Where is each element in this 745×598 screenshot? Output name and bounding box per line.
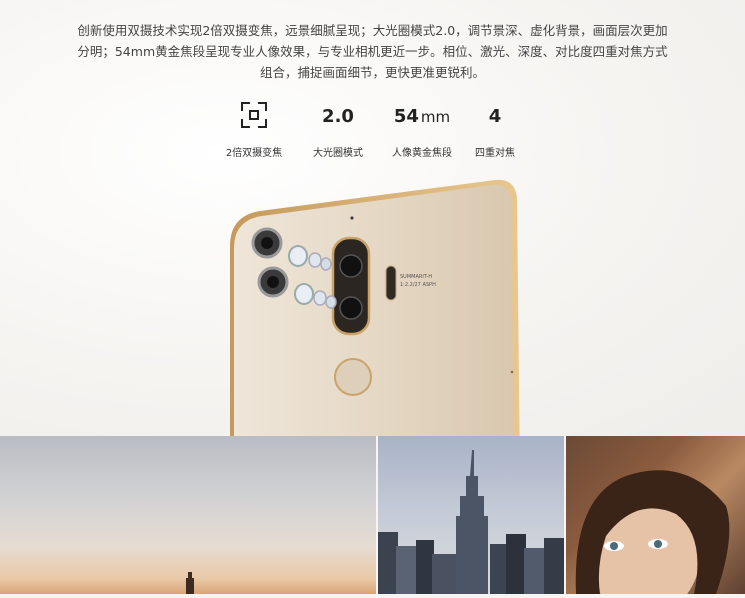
stat-focus: 4 四重对焦 <box>445 100 545 159</box>
lens-text: SUMMARIT-H <box>400 274 432 280</box>
camera-lens <box>339 254 363 278</box>
stat-value: 4 <box>488 106 502 127</box>
camera-lens <box>339 296 363 320</box>
mic-hole <box>350 216 354 220</box>
sample-photos <box>0 436 745 594</box>
hero-section: 创新使用双摄技术实现2倍双摄变焦，远景细腻呈现；大光圈模式2.0，调节景深、虚化… <box>0 0 745 436</box>
lens-text: 1:2.2/27 ASPH <box>400 282 436 288</box>
phone-back-illustration: SUMMARIT-H 1:2.2/27 ASPH <box>230 179 520 436</box>
fingerprint-sensor <box>334 358 372 396</box>
intro-line: 分明；54mm黄金焦段呈现专业人像效果，与专业相机更近一步。相位、激光、深度、对… <box>77 44 668 59</box>
stat-value: 54 <box>393 106 419 127</box>
intro-line: 创新使用双摄技术实现2倍双摄变焦，远景细腻呈现；大光圈模式2.0，调节景深、虚化… <box>77 23 668 38</box>
flash <box>385 265 397 301</box>
intro-paragraph: 创新使用双摄技术实现2倍双摄变焦，远景细腻呈现；大光圈模式2.0，调节景深、虚化… <box>40 20 705 83</box>
stat-label: 四重对焦 <box>475 148 515 159</box>
photo-city-sunset <box>0 436 376 594</box>
feature-stats: 2倍双摄变焦 2.0 大光圈模式 54 mm 人像黄金焦段 4 四重对焦 <box>0 100 745 170</box>
focus-frame-icon <box>241 102 267 128</box>
intro-line: 组合，捕捉画面细节，更快更准更锐利。 <box>259 65 485 80</box>
photo-empire-state <box>378 436 564 594</box>
photo-woman-portrait <box>566 436 745 594</box>
